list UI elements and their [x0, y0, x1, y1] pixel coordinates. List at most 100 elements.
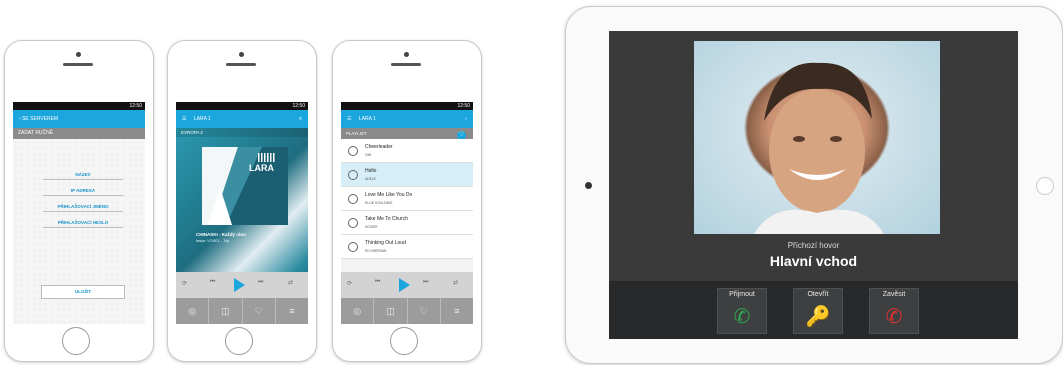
phone-screen: 12:50 ‹ SE SERVEREM ZADAT RUČNĚ NÁZEV IP…: [13, 102, 145, 324]
call-actions-bar: Přijmout ✆ Otevřít 🔑 Zavěsit ✆: [609, 281, 1018, 339]
back-label[interactable]: SE SERVEREM: [22, 116, 58, 122]
track-artist: ED SHEERAN: [365, 249, 387, 253]
tab-favorites-icon[interactable]: ♡: [408, 298, 441, 324]
front-camera: [585, 182, 592, 189]
tab-list-icon[interactable]: ≡: [441, 298, 473, 324]
front-camera: [404, 52, 409, 57]
header-bar: ‹ SE SERVEREM: [13, 110, 145, 128]
song-title: CHINASKI - Každý ráno: [196, 232, 247, 237]
status-time: 12:50: [457, 103, 470, 109]
song-artist: Insko: VOXEL - Trip: [196, 239, 230, 243]
phone-accept-icon: ✆: [733, 306, 751, 328]
form-area: NÁZEV IP ADRESA PŘIHLAŠOVACÍ JMÉNO PŘIHL…: [13, 139, 145, 324]
speaker-grille: [63, 63, 93, 66]
save-button[interactable]: ULOŽIT: [41, 285, 125, 299]
name-field[interactable]: NÁZEV: [43, 169, 123, 180]
phone-screen: 12:50 ☰ LARA 1 › PLAYLIST ♡ Cheerleader …: [341, 102, 473, 324]
home-button[interactable]: [390, 327, 418, 355]
home-button[interactable]: [62, 327, 90, 355]
equalizer-logo-icon: [258, 153, 276, 162]
track-disc-icon: [348, 170, 358, 180]
key-icon: 🔑: [805, 306, 831, 328]
play-button[interactable]: [399, 278, 410, 292]
status-bar: 12:50: [176, 102, 308, 110]
queue-icon[interactable]: ≡: [299, 110, 302, 128]
bottom-tabs: ◎ ◫ ♡ ≡: [341, 298, 473, 324]
front-camera: [76, 52, 81, 57]
shuffle-icon[interactable]: ⇄: [453, 279, 458, 286]
status-time: 12:50: [292, 103, 305, 109]
tab-library-icon[interactable]: ◫: [374, 298, 408, 324]
playlist-header: PLAYLIST: [341, 128, 473, 139]
bottom-tabs: ◎ ◫ ♡ ≡: [176, 298, 308, 324]
home-button[interactable]: [225, 327, 253, 355]
playlist-item[interactable]: Love Me Like You Do ELLIE GOULDING: [341, 187, 473, 211]
playback-controls: ⟳ ⏮ ⏭ ⇄: [341, 272, 473, 296]
incoming-call-label: Příchozí hovor: [787, 241, 840, 250]
camera-video-feed: [694, 41, 940, 234]
track-title: Hello: [365, 168, 377, 174]
menu-icon[interactable]: ☰: [347, 116, 351, 122]
status-bar: 12:50: [341, 102, 473, 110]
playlist-item[interactable]: Cheerleader OMI: [341, 139, 473, 163]
open-door-button[interactable]: Otevřít 🔑: [793, 288, 843, 334]
accept-label: Přijmout: [729, 291, 755, 298]
repeat-icon[interactable]: ⟳: [182, 280, 187, 287]
login-password-field[interactable]: PŘIHLAŠOVACÍ HESLO: [43, 217, 123, 228]
front-camera: [239, 52, 244, 57]
playlist-item-selected[interactable]: Hello ADELE: [341, 163, 473, 187]
track-disc-icon: [348, 218, 358, 228]
header-title: LARA 1: [358, 116, 376, 122]
tab-disc-icon[interactable]: ◎: [341, 298, 375, 324]
playback-controls: ⟳ ⏮ ⏭ ⇄: [176, 272, 308, 296]
status-bar: 12:50: [13, 102, 145, 110]
track-disc-icon: [348, 146, 358, 156]
previous-icon[interactable]: ⏮: [210, 279, 215, 286]
hang-up-button[interactable]: Zavěsit ✆: [869, 288, 919, 334]
back-icon[interactable]: ‹: [19, 116, 21, 122]
status-time: 12:50: [129, 103, 142, 109]
phone-hangup-icon: ✆: [885, 306, 903, 328]
tablet-intercom: Příchozí hovor Hlavní vchod Přijmout ✆ O…: [565, 6, 1063, 364]
ip-address-field[interactable]: IP ADRESA: [43, 185, 123, 196]
track-disc-icon: [348, 242, 358, 252]
playlist-item[interactable]: Thinking Out Loud ED SHEERAN: [341, 235, 473, 259]
home-button[interactable]: [1036, 177, 1054, 195]
play-button[interactable]: [234, 278, 245, 292]
track-title: Thinking Out Loud: [365, 240, 406, 246]
next-icon[interactable]: ⏭: [423, 279, 428, 286]
tab-favorites-icon[interactable]: ♡: [243, 298, 276, 324]
track-title: Cheerleader: [365, 144, 393, 150]
track-artist: HOZIER: [365, 225, 378, 229]
tab-list-icon[interactable]: ≡: [276, 298, 308, 324]
track-title: Love Me Like You Do: [365, 192, 413, 198]
caller-name: Hlavní vchod: [769, 253, 858, 269]
tab-library-icon[interactable]: ◫: [209, 298, 243, 324]
phone-screen: 12:50 ☰ LARA 1 ≡ EVROPA 2 LARA CHINASKI …: [176, 102, 308, 324]
previous-icon[interactable]: ⏮: [375, 279, 380, 286]
forward-icon[interactable]: ›: [465, 110, 467, 128]
hangup-label: Zavěsit: [882, 291, 906, 298]
menu-icon[interactable]: ☰: [182, 116, 186, 122]
track-disc-icon: [348, 194, 358, 204]
track-artist: ELLIE GOULDING: [365, 201, 393, 205]
playlist-item[interactable]: Take Me To Church HOZIER: [341, 211, 473, 235]
subheader: ZADAT RUČNĚ: [13, 128, 145, 139]
shuffle-icon[interactable]: ⇄: [288, 279, 293, 286]
album-art: LARA: [202, 147, 288, 225]
header-title: LARA 1: [193, 116, 211, 122]
speaker-grille: [391, 63, 421, 66]
repeat-icon[interactable]: ⟳: [347, 280, 352, 287]
track-artist: ADELE: [365, 177, 376, 181]
phone-playlist: 12:50 ☰ LARA 1 › PLAYLIST ♡ Cheerleader …: [332, 40, 482, 362]
track-title: Take Me To Church: [365, 216, 408, 222]
player-area: EVROPA 2 LARA CHINASKI - Každý ráno Insk…: [176, 128, 308, 324]
caller-face-image: [754, 62, 884, 234]
next-icon[interactable]: ⏭: [258, 279, 263, 286]
playlist-area: PLAYLIST ♡ Cheerleader OMI Hello ADELE L…: [341, 128, 473, 324]
login-name-field[interactable]: PŘIHLAŠOVACÍ JMÉNO: [43, 201, 123, 212]
tab-disc-icon[interactable]: ◎: [176, 298, 210, 324]
phone-settings: 12:50 ‹ SE SERVEREM ZADAT RUČNĚ NÁZEV IP…: [4, 40, 154, 362]
accept-call-button[interactable]: Přijmout ✆: [717, 288, 767, 334]
open-label: Otevřít: [807, 291, 829, 298]
